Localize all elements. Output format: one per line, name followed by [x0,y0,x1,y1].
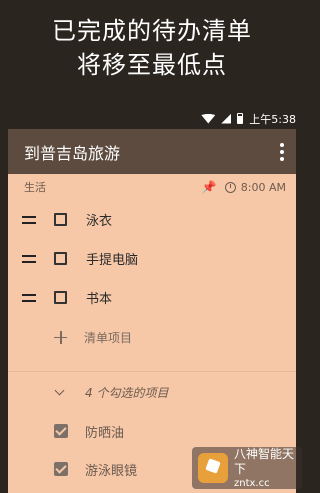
checkbox[interactable] [54,252,67,265]
list-item[interactable]: 书本 [8,278,296,317]
promo-line-1: 已完成的待办清单 [52,17,252,45]
battery-icon [237,113,244,124]
checked-list-item[interactable]: 防晒油 [8,412,296,450]
note-panel: 到普吉岛旅游 生活 📌 8:00 AM 泳衣 手提电脑 书本 清单项目 4 个勾… [8,129,296,493]
drag-handle-icon[interactable] [22,293,36,302]
status-time: 上午5:38 [249,112,296,126]
watermark-line-1: 八神智能天下 [234,446,295,476]
note-meta: 生活 📌 8:00 AM [8,174,296,200]
list-item[interactable]: 泳衣 [8,200,296,239]
checked-item-text[interactable]: 防晒油 [85,422,124,441]
note-title[interactable]: 到普吉岛旅游 [24,140,280,164]
more-options-icon[interactable] [280,142,284,161]
watermark: 八神智能天下 zntx.cc [192,447,302,489]
list-item-text[interactable]: 手提电脑 [86,249,138,268]
plus-icon [54,330,67,344]
note-title-bar: 到普吉岛旅游 [8,129,296,174]
checkbox[interactable] [54,213,67,226]
checked-checkbox[interactable] [54,424,68,438]
pin-icon[interactable]: 📌 [202,180,217,194]
signal-icon [221,113,232,124]
watermark-logo-icon [198,453,228,483]
list-item[interactable]: 手提电脑 [8,239,296,278]
reminder-time[interactable]: 8:00 AM [241,181,286,194]
watermark-line-2: zntx.cc [234,477,270,489]
note-label[interactable]: 生活 [24,179,202,195]
checked-item-text[interactable]: 游泳眼镜 [85,460,137,479]
promo-line-2: 将移至最低点 [77,51,227,79]
chevron-down-icon [54,385,65,395]
list-item-text[interactable]: 书本 [86,288,112,307]
wifi-icon [201,114,215,124]
drag-handle-icon[interactable] [22,215,36,224]
drag-handle-icon[interactable] [22,254,36,263]
list-item-text[interactable]: 泳衣 [86,210,112,229]
status-bar: 上午5:38 [8,108,296,129]
checkbox[interactable] [54,291,67,304]
checked-items-toggle[interactable]: 4 个勾选的项目 [8,372,296,412]
add-list-item-label: 清单项目 [84,330,133,345]
add-list-item-button[interactable]: 清单项目 [8,317,296,357]
checked-items-count: 4 个勾选的项目 [85,385,169,400]
checked-checkbox[interactable] [54,462,68,476]
alarm-icon [224,181,236,193]
promo-banner: 已完成的待办清单 将移至最低点 [0,0,304,110]
